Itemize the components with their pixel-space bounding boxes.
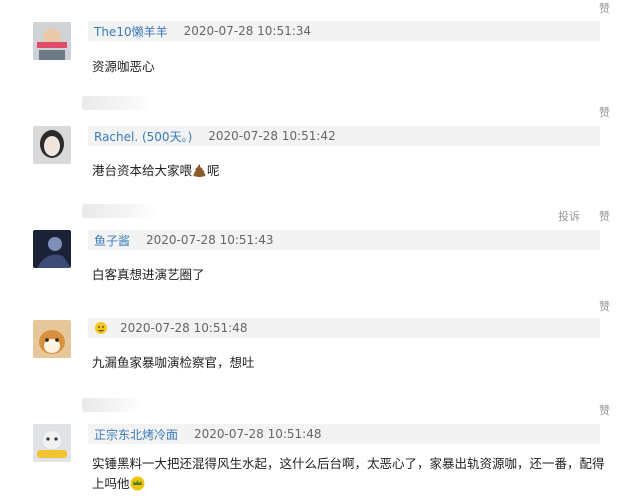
avatar[interactable] [33,22,71,60]
username-link[interactable]: Rachel. (500天。) [94,128,192,145]
like-button[interactable]: 赞 [599,0,610,16]
comment-text: 资源咖恶心 [92,59,155,74]
comment-meta: 2020-07-28 10:51:48 [88,318,600,338]
comment-text-part: 呢 [207,163,220,178]
timestamp: 2020-07-28 10:51:42 [208,129,336,143]
like-button[interactable]: 赞 [599,298,610,314]
username-link[interactable]: 正宗东北烤冷面 [94,426,178,443]
comment-text: 港台资本给大家喂呢 [92,160,220,181]
username-link[interactable]: 鱼子酱 [94,232,130,249]
report-button[interactable]: 投诉 [558,208,580,224]
blurred-reply [82,204,158,218]
timestamp: 2020-07-28 10:51:43 [146,233,274,247]
avatar[interactable] [33,126,71,164]
avatar[interactable] [33,320,71,358]
comment-text: 白客真想进演艺圈了 [92,267,205,282]
comment-meta: 正宗东北烤冷面 2020-07-28 10:51:48 [88,424,600,444]
comment-text-part: 港台资本给大家喂 [92,163,193,178]
comment-meta: Rachel. (500天。) 2020-07-28 10:51:42 [88,126,600,146]
comment-meta: The10懒羊羊 2020-07-28 10:51:34 [88,21,600,41]
comment-text: 九漏鱼家暴咖演检察官，想吐 [92,355,255,370]
timestamp: 2020-07-28 10:51:34 [183,24,312,38]
timestamp: 2020-07-28 10:51:48 [194,427,322,441]
avatar[interactable] [33,424,71,462]
like-button[interactable]: 赞 [599,208,610,224]
blurred-reply [82,96,152,110]
avatar[interactable] [33,230,71,268]
comment-meta: 鱼子酱 2020-07-28 10:51:43 [88,230,600,250]
username-link[interactable]: The10懒羊羊 [94,23,168,40]
like-button[interactable]: 赞 [599,402,610,418]
comment-text-part: 实锤黑料一大把还混得风生水起，这什么后台啊，太恶心了，家暴出轨资源咖，还一番，配… [92,456,605,491]
poop-emoji-icon [192,163,207,181]
comment-text: 实锤黑料一大把还混得风生水起，这什么后台啊，太恶心了，家暴出轨资源咖，还一番，配… [92,454,612,497]
crown-emoji-icon [130,476,145,497]
like-button[interactable]: 赞 [599,104,610,120]
face-emoji-icon [94,321,108,335]
timestamp: 2020-07-28 10:51:48 [120,321,248,335]
blurred-reply [82,398,142,412]
